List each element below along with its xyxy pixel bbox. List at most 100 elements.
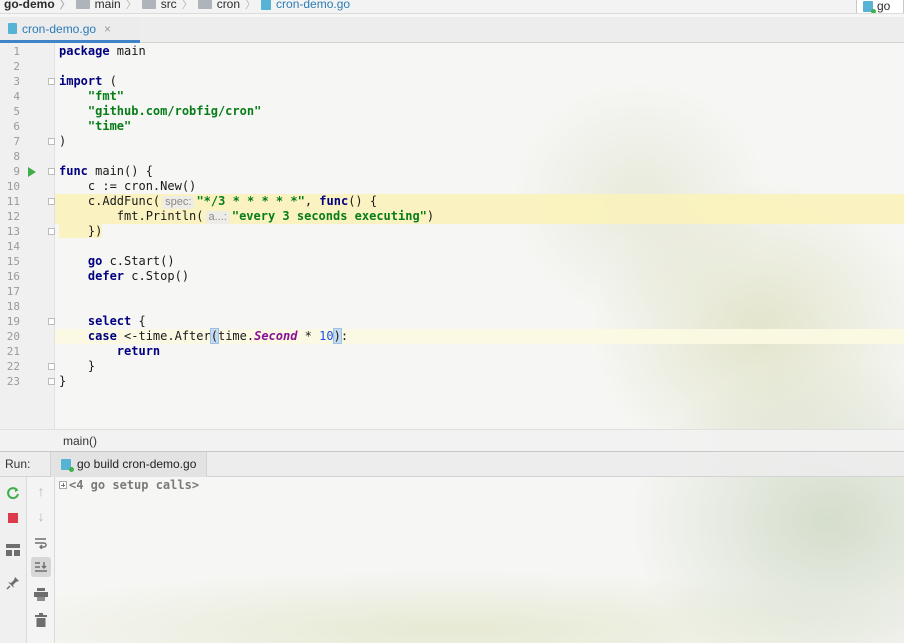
fold-marker-icon[interactable]	[48, 198, 55, 205]
code-text: })	[59, 224, 103, 238]
code-line: "github.com/robfig/cron"	[55, 104, 904, 119]
keyword: return	[116, 344, 161, 358]
line-number: 8	[13, 150, 20, 163]
keyword: package	[59, 44, 110, 58]
run-main-icon[interactable]	[28, 167, 36, 177]
line-number: 22	[6, 360, 20, 373]
arrow-up-icon[interactable]: ↑	[31, 481, 51, 501]
code-line: "time"	[55, 119, 904, 134]
breadcrumb-src[interactable]: src 〉	[141, 0, 198, 12]
breadcrumb-project[interactable]: go-demo 〉	[4, 0, 76, 12]
code-line: defer c.Stop()	[55, 269, 904, 284]
fold-marker-icon[interactable]	[48, 363, 55, 370]
layout-icon[interactable]	[3, 540, 23, 560]
line-number: 5	[13, 105, 20, 118]
breadcrumb-main[interactable]: main 〉	[75, 0, 142, 12]
scroll-to-end-icon[interactable]	[31, 557, 51, 577]
run-panel-title: Run:	[5, 457, 31, 471]
expand-icon[interactable]	[59, 481, 67, 489]
fold-marker-icon[interactable]	[48, 78, 55, 85]
close-icon[interactable]: ×	[104, 22, 111, 36]
breadcrumb-function[interactable]: main()	[63, 434, 97, 448]
run-tab-label: go build cron-demo.go	[77, 457, 197, 471]
code-text: time.	[217, 329, 255, 343]
console-folded-line[interactable]: <4 go setup calls>	[59, 478, 199, 492]
line-number: 16	[6, 270, 20, 283]
go-file-icon	[8, 23, 17, 34]
code-area[interactable]: package main import ( "fmt" "github.com/…	[55, 43, 904, 429]
line-number: 19	[6, 315, 20, 328]
code-line: return	[55, 344, 904, 359]
fold-marker-icon[interactable]	[48, 378, 55, 385]
breadcrumb-label: cron	[216, 0, 241, 11]
run-console[interactable]: <4 go setup calls>	[55, 477, 904, 643]
soft-wrap-icon[interactable]	[31, 533, 51, 553]
go-run-config-icon	[61, 458, 74, 472]
breadcrumb-label: src	[160, 0, 177, 11]
keyword: import	[59, 74, 103, 88]
code-line: func main() {	[55, 164, 904, 179]
code-text: :	[340, 329, 349, 343]
code-text: c.Stop()	[124, 269, 190, 283]
code-text: c.Start()	[102, 254, 175, 268]
code-line: package main	[55, 44, 904, 59]
run-configuration-selector[interactable]: go	[856, 0, 904, 13]
string-literal: "*/3 * * * * *"	[196, 194, 305, 208]
line-number: 12	[6, 210, 20, 223]
fold-marker-icon[interactable]	[48, 138, 55, 145]
pin-icon[interactable]	[3, 573, 23, 593]
breadcrumb-label: go-demo	[4, 0, 55, 11]
string-literal: "fmt"	[87, 89, 125, 103]
keyword: defer	[87, 269, 125, 283]
navigation-bar: go-demo 〉 main 〉 src 〉 cron 〉 cron-demo.go g…	[0, 0, 904, 14]
fold-marker-icon[interactable]	[48, 318, 55, 325]
code-text: fmt.Println(	[59, 209, 204, 223]
code-text: }	[59, 359, 96, 373]
arrow-down-icon[interactable]: ↓	[31, 506, 51, 526]
stop-icon[interactable]	[3, 508, 23, 528]
code-line-highlighted: c.AddFunc(spec: "*/3 * * * * *", func() {	[55, 194, 904, 209]
keyword: select	[87, 314, 132, 328]
editor-breadcrumb[interactable]: main()	[0, 429, 904, 451]
breadcrumb-label: main	[94, 0, 121, 11]
trash-icon[interactable]	[31, 610, 51, 630]
code-text: {	[131, 314, 146, 328]
number-literal: 10	[319, 329, 334, 343]
tab-cron-demo-go[interactable]: cron-demo.go ×	[0, 17, 140, 43]
code-text: main() {	[87, 164, 153, 178]
breadcrumb-file[interactable]: cron-demo.go	[261, 0, 350, 11]
string-literal: "time"	[87, 119, 132, 133]
rerun-icon[interactable]	[3, 483, 23, 503]
fold-marker-icon[interactable]	[48, 168, 55, 175]
print-icon[interactable]	[31, 584, 51, 604]
line-number: 18	[6, 300, 20, 313]
breadcrumb-label: cron-demo.go	[276, 0, 351, 11]
breadcrumb-cron[interactable]: cron 〉	[197, 0, 261, 12]
code-text: )	[59, 134, 67, 148]
line-number: 6	[13, 120, 20, 133]
chevron-right-icon: 〉	[181, 0, 193, 11]
folder-icon	[75, 0, 90, 9]
line-number: 20	[6, 330, 20, 343]
run-config-label: go	[877, 0, 891, 13]
parameter-hint: a...:	[205, 211, 230, 224]
run-toolbar-primary	[0, 477, 27, 643]
fold-marker-icon[interactable]	[48, 228, 55, 235]
line-number: 4	[13, 90, 20, 103]
string-literal: "github.com/robfig/cron"	[87, 104, 262, 118]
code-line-highlighted: fmt.Println(a...: "every 3 seconds execut…	[55, 209, 904, 224]
code-text: c.AddFunc(	[59, 194, 161, 208]
keyword: case	[87, 329, 117, 343]
code-line: }	[55, 359, 904, 374]
line-number: 1	[13, 45, 20, 58]
line-number: 7	[13, 135, 20, 148]
code-line: import (	[55, 74, 904, 89]
code-line: "fmt"	[55, 89, 904, 104]
line-number: 15	[6, 255, 20, 268]
code-line: })	[55, 224, 904, 239]
code-editor[interactable]: 1 2 3 4 5 6 7 8 9 10 11 12 13 14 15 16 1…	[0, 43, 904, 429]
code-text: () {	[348, 194, 378, 208]
line-number: 17	[6, 285, 20, 298]
run-tab[interactable]: go build cron-demo.go	[50, 451, 208, 477]
matched-bracket: (	[209, 328, 220, 344]
